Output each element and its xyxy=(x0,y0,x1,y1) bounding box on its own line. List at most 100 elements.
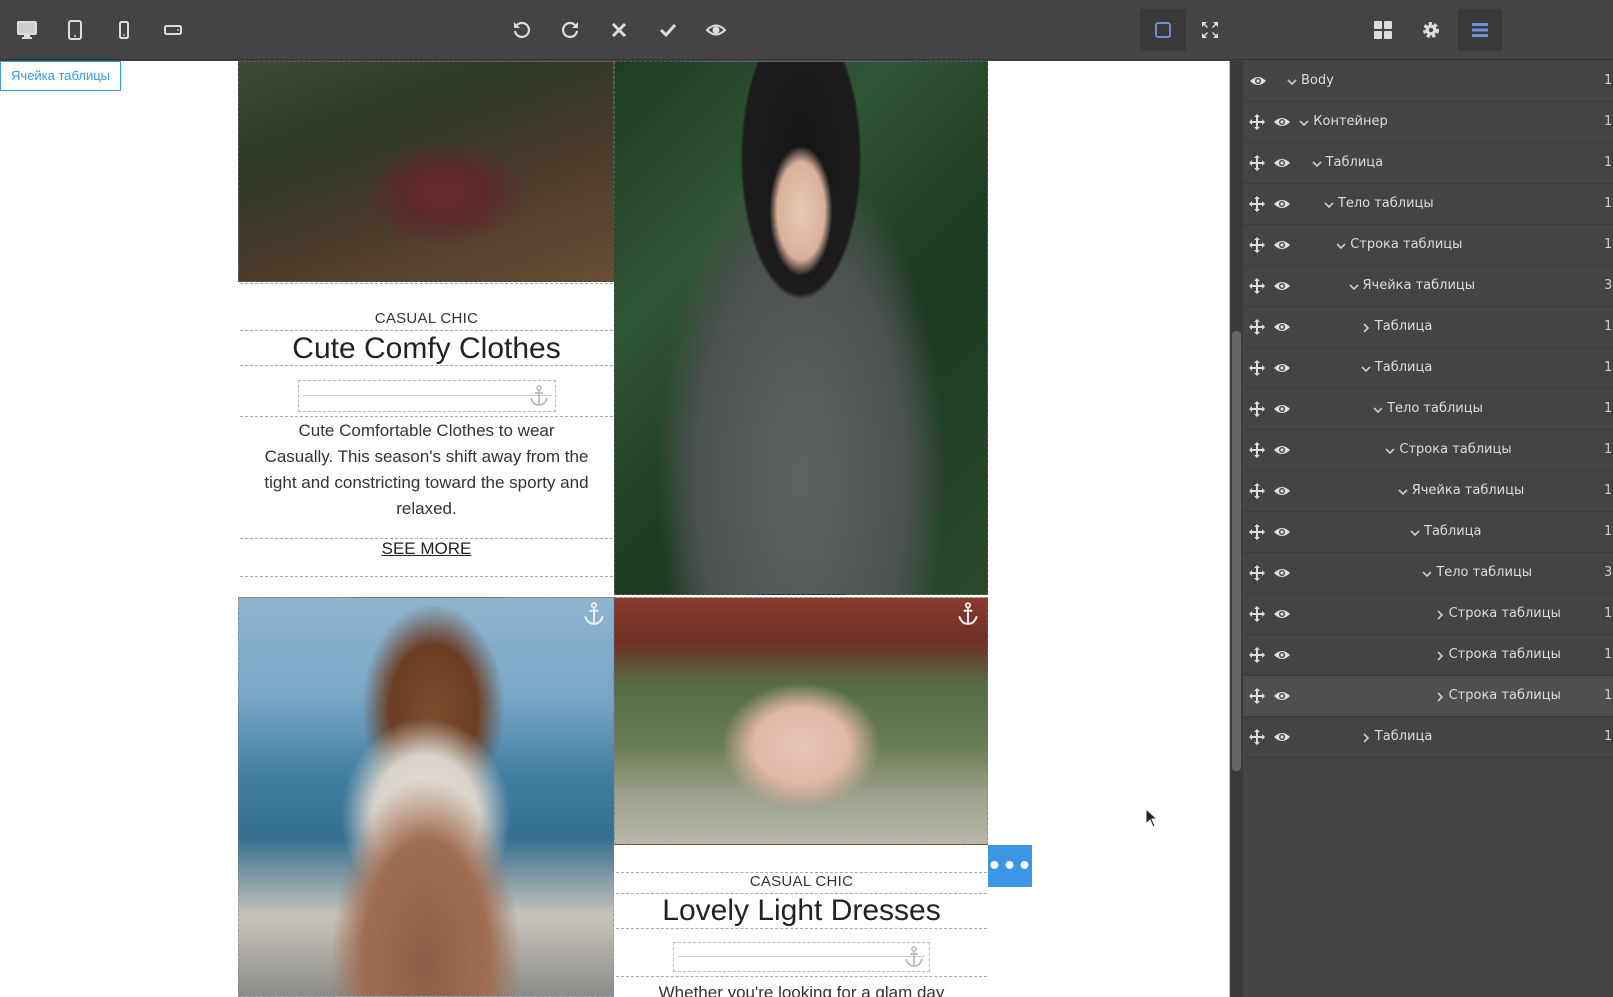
card2-subtitle[interactable]: CASUAL CHIC xyxy=(616,873,987,890)
move-icon[interactable] xyxy=(1249,237,1265,253)
chevron-down-icon[interactable] xyxy=(1410,527,1420,537)
desktop-icon[interactable] xyxy=(11,14,43,46)
close-icon[interactable] xyxy=(603,14,635,46)
layer-row[interactable]: Строка таблицы 1 xyxy=(1243,430,1613,471)
layer-row[interactable]: Таблица 1 xyxy=(1243,143,1613,184)
eye-icon[interactable] xyxy=(1274,238,1290,252)
eye-icon[interactable] xyxy=(1274,525,1290,539)
eye-icon[interactable] xyxy=(1274,484,1290,498)
move-icon[interactable] xyxy=(1249,442,1265,458)
scrollbar-thumb[interactable] xyxy=(1232,331,1241,771)
card2-title[interactable]: Lovely Light Dresses xyxy=(616,894,987,928)
chevron-down-icon[interactable] xyxy=(1287,76,1297,86)
layer-row[interactable]: Строка таблицы 1 xyxy=(1243,635,1613,676)
tablet-icon[interactable] xyxy=(59,14,91,46)
eye-icon[interactable] xyxy=(1274,607,1290,621)
square-outline-icon[interactable] xyxy=(1140,9,1186,51)
eye-icon[interactable] xyxy=(700,14,732,46)
chevron-down-icon[interactable] xyxy=(1422,568,1432,578)
mobile-portrait-icon[interactable] xyxy=(108,14,140,46)
card1-title[interactable]: Cute Comfy Clothes xyxy=(240,332,613,366)
eye-icon[interactable] xyxy=(1274,115,1290,129)
check-icon[interactable] xyxy=(652,14,684,46)
move-icon[interactable] xyxy=(1249,606,1265,622)
redo-icon[interactable] xyxy=(554,14,586,46)
eye-icon[interactable] xyxy=(1274,320,1290,334)
layer-row[interactable]: Таблица 1 xyxy=(1243,307,1613,348)
eye-icon[interactable] xyxy=(1274,730,1290,744)
chevron-down-icon[interactable] xyxy=(1336,240,1346,250)
layer-name: Тело таблицы xyxy=(1337,196,1434,211)
chevron-right-icon[interactable] xyxy=(1361,732,1371,743)
component-options-button[interactable]: ••• xyxy=(987,845,1032,887)
chevron-down-icon[interactable] xyxy=(1385,445,1395,455)
undo-icon[interactable] xyxy=(506,14,538,46)
eye-icon[interactable] xyxy=(1250,74,1266,88)
photo-beach-hat[interactable] xyxy=(238,597,614,997)
eye-icon[interactable] xyxy=(1274,689,1290,703)
layer-row[interactable]: Ячейка таблицы 3 xyxy=(1243,266,1613,307)
gear-icon[interactable] xyxy=(1409,9,1453,51)
chevron-down-icon[interactable] xyxy=(1324,199,1334,209)
layer-row[interactable]: Строка таблицы 1 xyxy=(1243,594,1613,635)
eye-icon[interactable] xyxy=(1274,156,1290,170)
move-icon[interactable] xyxy=(1249,524,1265,540)
move-icon[interactable] xyxy=(1249,114,1265,130)
divider-block[interactable] xyxy=(298,380,556,412)
card1-body[interactable]: Cute Comfortable Clothes to wear Casuall… xyxy=(262,418,591,522)
move-icon[interactable] xyxy=(1249,401,1265,417)
eye-icon[interactable] xyxy=(1274,648,1290,662)
layer-row[interactable]: Тело таблицы 3 xyxy=(1243,553,1613,594)
blocks-icon[interactable] xyxy=(1361,9,1405,51)
divider-block[interactable] xyxy=(673,942,930,972)
chevron-right-icon[interactable] xyxy=(1435,609,1445,620)
move-icon[interactable] xyxy=(1249,196,1265,212)
eye-icon[interactable] xyxy=(1274,279,1290,293)
card1-subtitle[interactable]: CASUAL CHIC xyxy=(240,310,613,327)
photo-woman-hat[interactable] xyxy=(614,61,988,595)
move-icon[interactable] xyxy=(1249,729,1265,745)
move-icon[interactable] xyxy=(1249,155,1265,171)
move-icon[interactable] xyxy=(1249,647,1265,663)
move-icon[interactable] xyxy=(1249,483,1265,499)
canvas-scrollbar[interactable] xyxy=(1230,61,1243,997)
chevron-down-icon[interactable] xyxy=(1373,404,1383,414)
mobile-landscape-icon[interactable] xyxy=(157,14,189,46)
layer-row[interactable]: Ячейка таблицы 1 xyxy=(1243,471,1613,512)
move-icon[interactable] xyxy=(1249,360,1265,376)
eye-icon[interactable] xyxy=(1274,443,1290,457)
layer-row[interactable]: Таблица 1 xyxy=(1243,348,1613,389)
layer-row[interactable]: Контейнер 1 xyxy=(1243,102,1613,143)
card2-body[interactable]: Whether you're looking for a glam day xyxy=(616,980,987,997)
move-icon[interactable] xyxy=(1249,688,1265,704)
layer-row[interactable]: Строка таблицы 1 xyxy=(1243,225,1613,266)
chevron-down-icon[interactable] xyxy=(1299,117,1309,127)
chevron-right-icon[interactable] xyxy=(1435,691,1445,702)
photo-plaid-shirt[interactable] xyxy=(238,61,614,282)
chevron-down-icon[interactable] xyxy=(1312,158,1322,168)
card1-see-more-link[interactable]: SEE MORE xyxy=(240,539,613,559)
move-icon[interactable] xyxy=(1249,319,1265,335)
photo-light-dress[interactable] xyxy=(614,597,988,845)
layers-icon[interactable] xyxy=(1458,9,1502,51)
eye-icon[interactable] xyxy=(1274,361,1290,375)
layer-row[interactable]: Тело таблицы 1 xyxy=(1243,184,1613,225)
eye-icon[interactable] xyxy=(1274,402,1290,416)
chevron-down-icon[interactable] xyxy=(1361,363,1371,373)
layer-name: Строка таблицы xyxy=(1350,237,1463,252)
layer-row[interactable]: Тело таблицы 1 xyxy=(1243,389,1613,430)
layer-row[interactable]: Таблица 1 xyxy=(1243,512,1613,553)
eye-icon[interactable] xyxy=(1274,197,1290,211)
chevron-down-icon[interactable] xyxy=(1398,486,1408,496)
move-icon[interactable] xyxy=(1249,565,1265,581)
layer-row[interactable]: Body 1 xyxy=(1243,61,1613,102)
layer-row[interactable]: Таблица 1 xyxy=(1243,717,1613,758)
chevron-right-icon[interactable] xyxy=(1435,650,1445,661)
layer-row[interactable]: Строка таблицы 1 xyxy=(1243,676,1613,717)
move-icon[interactable] xyxy=(1249,278,1265,294)
chevron-down-icon[interactable] xyxy=(1348,281,1359,291)
fullscreen-icon[interactable] xyxy=(1194,14,1226,46)
chevron-right-icon[interactable] xyxy=(1361,322,1371,333)
divider xyxy=(240,365,613,366)
eye-icon[interactable] xyxy=(1274,566,1290,580)
